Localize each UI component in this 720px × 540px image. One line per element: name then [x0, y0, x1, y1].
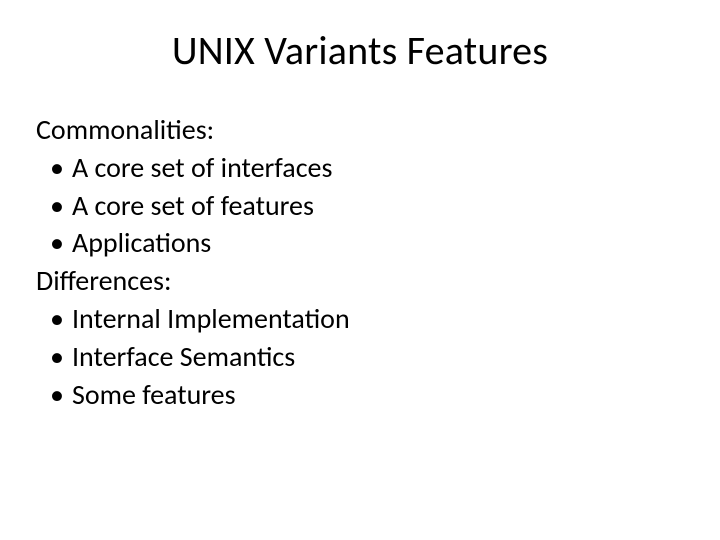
section-heading-differences: Differences:: [36, 262, 684, 300]
list-item: A core set of features: [36, 187, 684, 225]
section-heading-commonalities: Commonalities:: [36, 111, 684, 149]
slide-body: Commonalities: A core set of interfaces …: [36, 111, 684, 413]
list-item: Interface Semantics: [36, 338, 684, 376]
list-item: Some features: [36, 376, 684, 414]
list-item: Internal Implementation: [36, 300, 684, 338]
slide: UNIX Variants Features Commonalities: A …: [0, 0, 720, 540]
slide-title: UNIX Variants Features: [36, 26, 684, 75]
list-item: Applications: [36, 224, 684, 262]
list-item: A core set of interfaces: [36, 149, 684, 187]
